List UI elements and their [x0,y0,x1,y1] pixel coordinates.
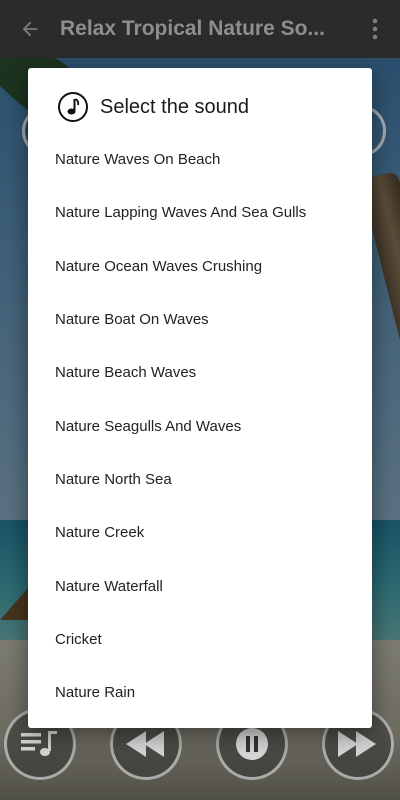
sound-option[interactable]: Nature Waterfall [28,559,372,612]
sound-option[interactable]: Nature Beach Waves [28,346,372,399]
sound-option[interactable]: Cricket [28,613,372,666]
fast-forward-icon [338,731,376,757]
sound-list: Nature Waves On Beach Nature Lapping Wav… [28,133,372,719]
sound-option[interactable]: Nature Lapping Waves And Sea Gulls [28,186,372,239]
sound-option[interactable]: Nature Seagulls And Waves [28,399,372,452]
app-title: Relax Tropical Nature So... [60,17,325,40]
playlist-music-icon [21,731,57,756]
back-button[interactable] [0,0,60,58]
sound-option[interactable]: Nature Rain [28,666,372,719]
overflow-menu-button[interactable] [350,0,400,58]
more-vert-icon [372,18,378,40]
app-bar: Relax Tropical Nature So... [0,0,400,58]
sound-option[interactable]: Nature North Sea [28,453,372,506]
sound-option[interactable]: Nature Waves On Beach [28,133,372,186]
dialog-title: Select the sound [100,95,249,118]
rewind-icon [126,731,164,757]
pause-icon [236,728,268,760]
select-sound-dialog: Select the sound Nature Waves On Beach N… [28,68,372,728]
sound-option[interactable]: Nature Ocean Waves Crushing [28,240,372,293]
sound-option[interactable]: Nature Creek [28,506,372,559]
music-note-icon [58,92,88,122]
sound-option[interactable]: Nature Boat On Waves [28,293,372,346]
arrow-left-icon [22,21,38,37]
dialog-header: Select the sound [58,92,249,122]
